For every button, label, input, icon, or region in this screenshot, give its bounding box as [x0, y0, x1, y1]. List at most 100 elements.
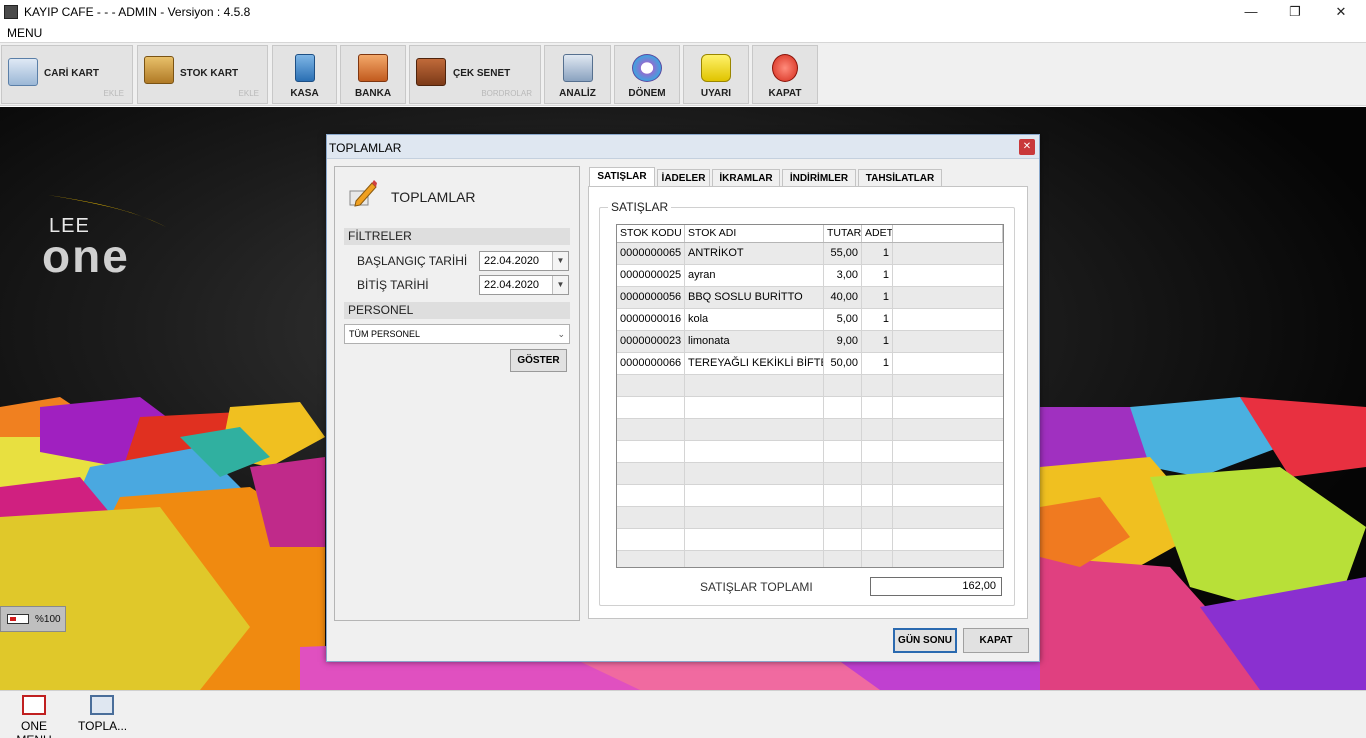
cari-kart-button[interactable]: CARİ KART EKLE	[1, 45, 133, 104]
dialog-close-button[interactable]: ✕	[1019, 139, 1035, 155]
cell-stok-adi[interactable]	[685, 397, 824, 418]
cell-adet[interactable]	[862, 375, 893, 396]
cell-adet[interactable]: 1	[862, 265, 893, 286]
cell-adet[interactable]: 1	[862, 243, 893, 264]
close-window-button[interactable]: ✕	[1318, 0, 1364, 23]
cell-stok-kodu[interactable]	[617, 463, 685, 484]
cell-stok-kodu[interactable]	[617, 485, 685, 506]
table-row[interactable]: 0000000056 BBQ SOSLU BURİTTO 40,00 1	[617, 287, 1003, 309]
cell-adet[interactable]	[862, 441, 893, 462]
cek-senet-button[interactable]: ÇEK SENET BORDROLAR	[409, 45, 541, 104]
cell-stok-adi[interactable]	[685, 551, 824, 567]
cell-tutar[interactable]: 55,00	[824, 243, 862, 264]
tab-tahsilatlar[interactable]: TAHSİLATLAR	[858, 169, 942, 186]
column-header-stok-kodu[interactable]: STOK KODU	[617, 225, 685, 242]
gun-sonu-button[interactable]: GÜN SONU	[893, 628, 957, 653]
banka-button[interactable]: BANKA	[340, 45, 406, 104]
cell-tutar[interactable]	[824, 485, 862, 506]
cell-stok-adi[interactable]: ayran	[685, 265, 824, 286]
empty-table-row[interactable]	[617, 419, 1003, 441]
empty-table-row[interactable]	[617, 507, 1003, 529]
tab-satislar[interactable]: SATIŞLAR	[589, 167, 655, 186]
menu-item-menu[interactable]: MENU	[7, 26, 42, 40]
chevron-down-icon[interactable]: ⌄	[557, 325, 565, 343]
cell-stok-adi[interactable]	[685, 529, 824, 550]
cell-empty[interactable]	[893, 287, 1003, 308]
cell-stok-adi[interactable]: TEREYAĞLI KEKİKLİ BİFTEK	[685, 353, 824, 374]
cell-tutar[interactable]	[824, 507, 862, 528]
cell-stok-adi[interactable]	[685, 375, 824, 396]
stok-kart-button[interactable]: STOK KART EKLE	[137, 45, 268, 104]
end-date-picker[interactable]: 22.04.2020 ▼	[479, 275, 569, 295]
cell-adet[interactable]	[862, 419, 893, 440]
chevron-down-icon[interactable]: ▼	[552, 276, 568, 294]
cell-tutar[interactable]: 40,00	[824, 287, 862, 308]
cell-stok-kodu[interactable]: 0000000016	[617, 309, 685, 330]
cell-stok-kodu[interactable]	[617, 375, 685, 396]
cell-empty[interactable]	[893, 507, 1003, 528]
cell-stok-adi[interactable]: limonata	[685, 331, 824, 352]
cell-stok-kodu[interactable]	[617, 419, 685, 440]
cell-stok-kodu[interactable]	[617, 397, 685, 418]
table-row[interactable]: 0000000066 TEREYAĞLI KEKİKLİ BİFTEK 50,00 1	[617, 353, 1003, 375]
sales-grid[interactable]: STOK KODU STOK ADI TUTAR ADET 0000000065…	[616, 224, 1004, 568]
cell-empty[interactable]	[893, 551, 1003, 567]
maximize-button[interactable]: ❐	[1272, 0, 1318, 23]
tab-indirimler[interactable]: İNDİRİMLER	[782, 169, 856, 186]
uyari-button[interactable]: UYARI	[683, 45, 749, 104]
cell-empty[interactable]	[893, 485, 1003, 506]
cell-tutar[interactable]: 3,00	[824, 265, 862, 286]
tab-ikramlar[interactable]: İKRAMLAR	[712, 169, 780, 186]
cell-adet[interactable]: 1	[862, 287, 893, 308]
cell-tutar[interactable]	[824, 529, 862, 550]
cell-stok-kodu[interactable]: 0000000056	[617, 287, 685, 308]
table-row[interactable]: 0000000016 kola 5,00 1	[617, 309, 1003, 331]
cell-empty[interactable]	[893, 375, 1003, 396]
cell-tutar[interactable]	[824, 441, 862, 462]
empty-table-row[interactable]	[617, 375, 1003, 397]
chevron-down-icon[interactable]: ▼	[552, 252, 568, 270]
table-row[interactable]: 0000000025 ayran 3,00 1	[617, 265, 1003, 287]
cell-adet[interactable]: 1	[862, 331, 893, 352]
cell-stok-kodu[interactable]	[617, 529, 685, 550]
table-row[interactable]: 0000000023 limonata 9,00 1	[617, 331, 1003, 353]
cell-stok-kodu[interactable]: 0000000066	[617, 353, 685, 374]
cell-stok-adi[interactable]	[685, 485, 824, 506]
cell-tutar[interactable]	[824, 397, 862, 418]
kasa-button[interactable]: KASA	[272, 45, 337, 104]
cell-adet[interactable]: 1	[862, 309, 893, 330]
cell-adet[interactable]	[862, 551, 893, 567]
cell-adet[interactable]	[862, 463, 893, 484]
cell-tutar[interactable]	[824, 463, 862, 484]
cell-stok-adi[interactable]	[685, 419, 824, 440]
tab-iadeler[interactable]: İADELER	[657, 169, 710, 186]
cell-empty[interactable]	[893, 243, 1003, 264]
cell-stok-kodu[interactable]: 0000000023	[617, 331, 685, 352]
cell-empty[interactable]	[893, 419, 1003, 440]
cell-empty[interactable]	[893, 331, 1003, 352]
cell-tutar[interactable]: 50,00	[824, 353, 862, 374]
cell-adet[interactable]	[862, 485, 893, 506]
kapat-toolbar-button[interactable]: KAPAT	[752, 45, 818, 104]
empty-table-row[interactable]	[617, 463, 1003, 485]
cell-stok-kodu[interactable]	[617, 551, 685, 567]
cell-stok-adi[interactable]	[685, 463, 824, 484]
cell-adet[interactable]	[862, 507, 893, 528]
minimize-button[interactable]: —	[1228, 0, 1274, 23]
cell-stok-kodu[interactable]	[617, 441, 685, 462]
empty-table-row[interactable]	[617, 529, 1003, 551]
cell-stok-adi[interactable]: ANTRİKOT	[685, 243, 824, 264]
table-row[interactable]: 0000000065 ANTRİKOT 55,00 1	[617, 243, 1003, 265]
cell-empty[interactable]	[893, 441, 1003, 462]
cell-stok-kodu[interactable]	[617, 507, 685, 528]
empty-table-row[interactable]	[617, 397, 1003, 419]
column-header-stok-adi[interactable]: STOK ADI	[685, 225, 824, 242]
empty-table-row[interactable]	[617, 441, 1003, 463]
kapat-button[interactable]: KAPAT	[963, 628, 1029, 653]
cell-empty[interactable]	[893, 265, 1003, 286]
analiz-button[interactable]: ANALİZ	[544, 45, 611, 104]
cell-stok-kodu[interactable]: 0000000065	[617, 243, 685, 264]
empty-table-row[interactable]	[617, 551, 1003, 567]
cell-empty[interactable]	[893, 353, 1003, 374]
cell-stok-adi[interactable]: BBQ SOSLU BURİTTO	[685, 287, 824, 308]
